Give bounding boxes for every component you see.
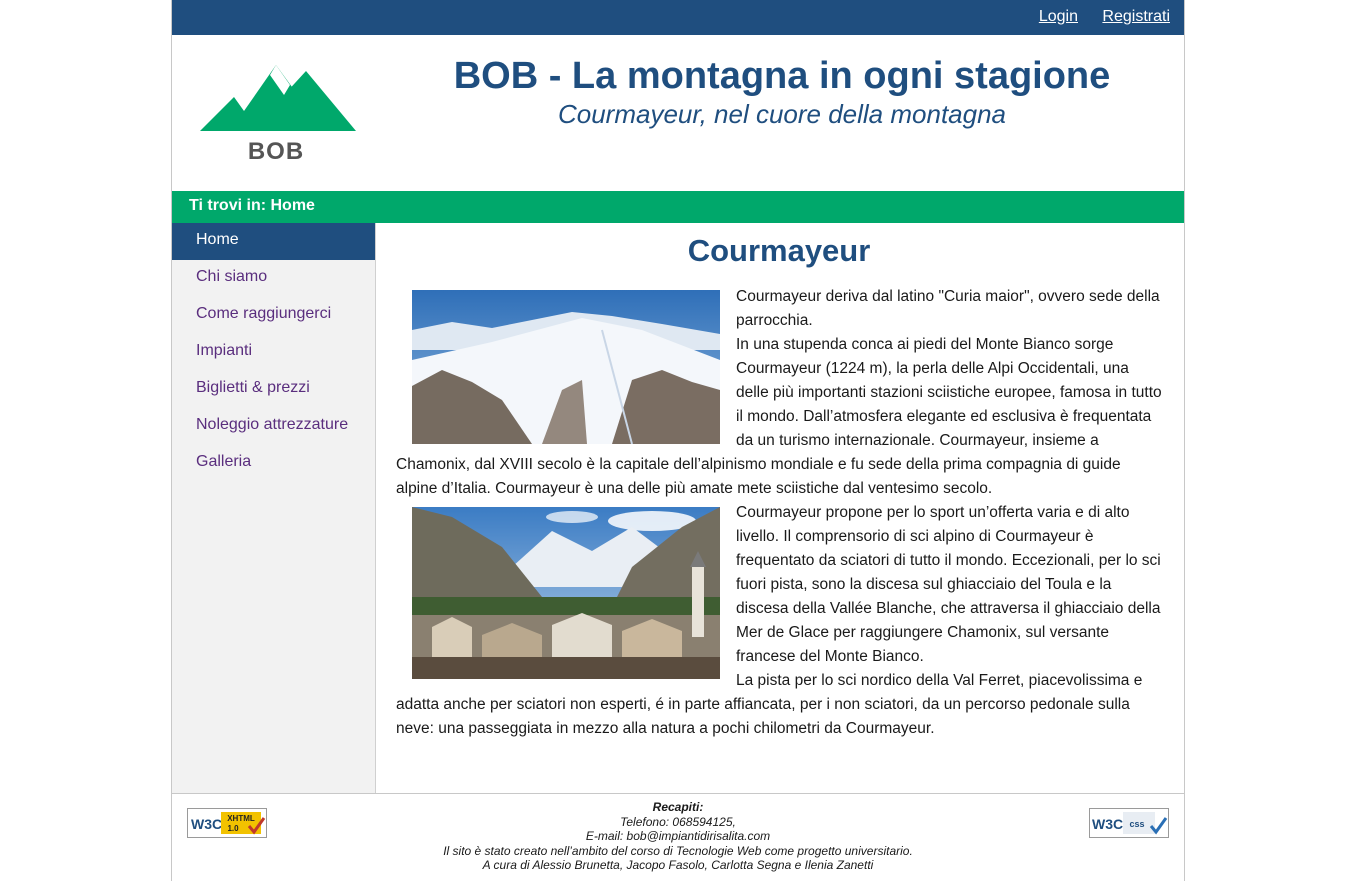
w3c-xhtml-badge[interactable]: W3C XHTML 1.0 (187, 808, 267, 838)
nav-item-impianti[interactable]: Impianti (172, 334, 375, 371)
nav-item-home[interactable]: Home (172, 223, 375, 260)
top-bar: Login Registrati (172, 0, 1184, 35)
footer-note: Il sito è stato creato nell’ambito del c… (443, 843, 913, 858)
login-link[interactable]: Login (1039, 8, 1078, 26)
village-photo (412, 507, 720, 679)
nav-item-biglietti-prezzi[interactable]: Biglietti & prezzi (172, 371, 375, 408)
nav-item-come-raggiungerci[interactable]: Come raggiungerci (172, 297, 375, 334)
breadcrumb: Ti trovi in: Home (172, 191, 1184, 223)
footer-contacts: Recapiti: Telefono: 068594125, E-mail: b… (272, 800, 1084, 873)
svg-text:W3C: W3C (1092, 816, 1123, 832)
footer: W3C XHTML 1.0 Recapiti: Telefono: 068594… (172, 793, 1184, 881)
footer-phone: Telefono: 068594125, (620, 814, 736, 829)
nav-item-galleria[interactable]: Galleria (172, 445, 375, 482)
page: Login Registrati BOB BOB - La montagna i… (171, 0, 1185, 881)
logo-text: BOB (248, 138, 304, 163)
svg-text:css: css (1129, 819, 1144, 829)
footer-heading: Recapiti: (652, 800, 704, 814)
footer-authors: A cura di Alessio Brunetta, Jacopo Fasol… (482, 858, 874, 872)
svg-text:W3C: W3C (191, 816, 222, 832)
svg-text:1.0: 1.0 (227, 824, 239, 833)
ski-slope-photo (412, 290, 720, 444)
bob-logo[interactable]: BOB (198, 61, 358, 163)
nav-item-noleggio[interactable]: Noleggio attrezzature (172, 408, 375, 445)
content-title: Courmayeur (687, 233, 871, 268)
site-title: BOB - La montagna in ogni stagione (453, 55, 1111, 97)
register-link[interactable]: Registrati (1102, 8, 1170, 26)
site-subtitle: Courmayeur, nel cuore della montagna (557, 99, 1007, 129)
paragraph-val-ferret: La pista per lo sci nordico della Val Fe… (396, 672, 1143, 737)
sidebar-nav: Home Chi siamo Come raggiungerci Impiant… (172, 223, 376, 793)
site-header: BOB BOB - La montagna in ogni stagione C… (172, 35, 1184, 191)
footer-email: E-mail: bob@impiantidirisalita.com (585, 829, 771, 843)
main-content: Courmayeur Courmayeur deriva dal latino … (376, 223, 1184, 793)
svg-text:XHTML: XHTML (227, 814, 255, 823)
nav-item-chi-siamo[interactable]: Chi siamo (172, 260, 375, 297)
w3c-css-badge[interactable]: W3C css (1089, 808, 1169, 838)
